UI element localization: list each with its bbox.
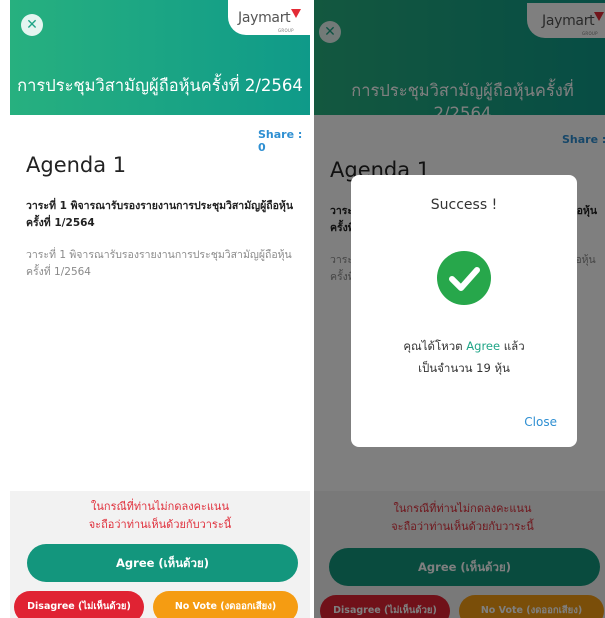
success-dialog: Success ! คุณได้โหวต Agree แล้ว เป็นจำนว… (351, 175, 577, 447)
disagree-button[interactable]: Disagree (ไม่เห็นด้วย) (14, 591, 144, 618)
jaymart-logo: Jaymart GROUP (228, 0, 310, 35)
check-icon (437, 251, 491, 305)
novote-button[interactable]: No Vote (งดออกเสียง) (153, 591, 298, 618)
notice-line-1: ในกรณีที่ท่านไม่กดลงคะแนน (91, 500, 229, 513)
vote-footer: ในกรณีที่ท่านไม่กดลงคะแนน จะถือว่าท่านเห… (10, 491, 310, 618)
share-count: Share : 0 (258, 128, 303, 154)
dialog-title: Success ! (430, 197, 498, 213)
agenda-title: Agenda 1 (26, 153, 127, 177)
dialog-message-line-2: เป็นจำนวน 19 หุ้น (418, 361, 510, 375)
close-icon[interactable]: ✕ (21, 14, 43, 36)
voted-option: Agree (466, 339, 501, 353)
agenda-screen: ✕ Jaymart GROUP การประชุมวิสามัญผู้ถือหุ… (10, 0, 310, 618)
close-button[interactable]: Close (524, 415, 557, 429)
msg-prefix: คุณได้โหวต (403, 339, 467, 353)
agree-button[interactable]: Agree (เห็นด้วย) (27, 544, 298, 582)
dialog-message-line-1: คุณได้โหวต Agree แล้ว (351, 335, 577, 357)
notice-line-2: จะถือว่าท่านเห็นด้วยกับวาระนี้ (88, 518, 232, 531)
success-screen: ✕ Jaymart GROUP การประชุมวิสามัญผู้ถือหุ… (314, 0, 605, 618)
page-title: การประชุมวิสามัญผู้ถือหุ้นครั้งที่ 2/256… (17, 76, 303, 95)
msg-suffix: แล้ว (500, 339, 525, 353)
header-bar: ✕ Jaymart GROUP การประชุมวิสามัญผู้ถือหุ… (10, 0, 310, 115)
checkmark-glyph (449, 267, 480, 291)
dialog-message: คุณได้โหวต Agree แล้ว เป็นจำนวน 19 หุ้น (351, 335, 577, 379)
agenda-item-title: วาระที่ 1 พิจารณารับรองรายงานการประชุมวิ… (26, 200, 293, 229)
logo-mark-icon (291, 9, 301, 18)
agenda-item-description: วาระที่ 1 พิจารณารับรองรายงานการประชุมวิ… (26, 249, 292, 278)
